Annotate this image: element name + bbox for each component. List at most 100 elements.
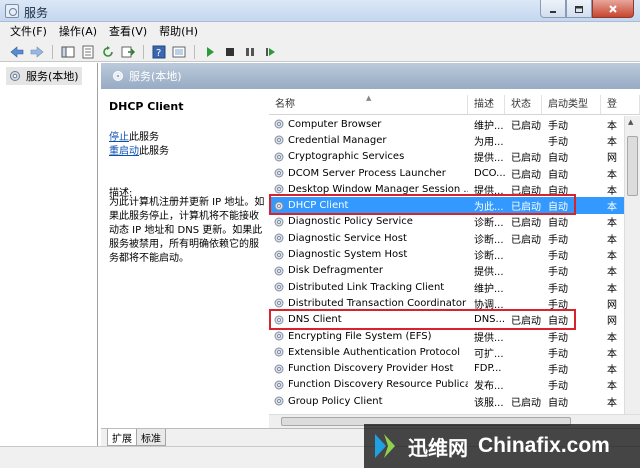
description-text: 为此计算机注册并更新 IP 地址。如果此服务停止，计算机将不能接收动态 IP 地… (109, 197, 265, 264)
help-button[interactable]: ? (150, 43, 168, 61)
column-header-logon[interactable]: 登 (601, 95, 640, 114)
refresh-icon (103, 45, 113, 57)
view-icon (172, 46, 186, 57)
table-row[interactable]: Computer Browser 维护... 已启动 手动 本 (269, 116, 624, 132)
service-name: Distributed Link Tracking Client (288, 281, 445, 293)
restart-icon (266, 47, 275, 56)
toolbar-separator (194, 44, 195, 59)
show-hide-tree-button[interactable] (59, 43, 77, 61)
service-status-cell: 已启动 (511, 120, 541, 132)
pause-icon (246, 47, 254, 56)
service-description-cell: 提供... (474, 185, 504, 197)
back-button[interactable] (8, 43, 26, 61)
service-name: Encrypting File System (EFS) (288, 330, 432, 342)
service-name-cell: Extensible Authentication Protocol (269, 346, 468, 358)
menu-file[interactable]: 文件(F) (4, 22, 53, 42)
export-list-button[interactable] (119, 43, 137, 61)
column-header-startup-type[interactable]: 启动类型 (542, 95, 601, 114)
service-description-cell: 提供... (474, 153, 504, 165)
close-button[interactable] (592, 0, 634, 18)
table-row[interactable]: Desktop Window Manager Session ... 提供... 已… (269, 181, 624, 197)
table-row[interactable]: Extensible Authentication Protocol 可扩... 手… (269, 344, 624, 360)
column-header-status[interactable]: 状态 (505, 95, 542, 114)
console-tree: 服务(本地) (0, 63, 98, 468)
service-name-cell: Desktop Window Manager Session ... (269, 183, 468, 195)
service-name-cell: Group Policy Client (269, 395, 468, 407)
table-row[interactable]: Group Policy Client 该服... 已启动 自动 本 (269, 393, 624, 409)
service-status-cell: 已启动 (511, 397, 541, 409)
tab-standard[interactable]: 标准 (136, 429, 166, 446)
scroll-thumb[interactable] (627, 136, 638, 196)
menu-action[interactable]: 操作(A) (53, 22, 103, 42)
table-row[interactable]: DCOM Server Process Launcher DCO... 已启动 自动 本 (269, 165, 624, 181)
properties-list-button[interactable] (79, 43, 97, 61)
pane-header-title: 服务(本地) (129, 70, 182, 83)
service-name: Disk Defragmenter (288, 265, 384, 277)
service-name: Diagnostic System Host (288, 249, 408, 261)
start-service-button[interactable] (201, 43, 219, 61)
restart-service-button[interactable] (261, 43, 279, 61)
table-row[interactable]: Cryptographic Services 提供... 已启动 自动 网 (269, 149, 624, 165)
forward-arrow-icon (30, 45, 44, 58)
service-logon-cell: 本 (607, 218, 617, 230)
scroll-up-arrow-icon[interactable]: ▲ (628, 118, 633, 126)
service-description-cell: DNS... (474, 314, 505, 326)
watermark: 迅维网 Chinafix.com (364, 424, 640, 468)
service-name-cell: DCOM Server Process Launcher (269, 167, 468, 179)
view-button[interactable] (170, 43, 188, 61)
table-row[interactable]: Diagnostic Service Host 诊断... 已启动 手动 本 (269, 230, 624, 246)
service-startup-cell: 手动 (548, 234, 568, 246)
toolbar-separator (143, 44, 144, 59)
menu-help[interactable]: 帮助(H) (153, 22, 204, 42)
service-startup-cell: 手动 (548, 251, 568, 263)
vertical-scrollbar[interactable]: ▲ ▼ (624, 116, 640, 424)
service-logon-cell: 本 (607, 267, 617, 279)
table-row[interactable]: Disk Defragmenter 提供... 手动 本 (269, 263, 624, 279)
menu-view[interactable]: 查看(V) (103, 22, 153, 42)
stop-service-button[interactable] (221, 43, 239, 61)
service-description-cell: 提供... (474, 267, 504, 279)
restart-link[interactable]: 重启动 (109, 146, 139, 157)
table-row[interactable]: DHCP Client 为此... 已启动 自动 本 (269, 197, 624, 214)
table-row[interactable]: Function Discovery Resource Publicati...… (269, 377, 624, 393)
service-description-cell: 诊断... (474, 251, 504, 263)
service-logon-cell: 网 (607, 316, 617, 328)
service-name-cell: Function Discovery Resource Publicati... (269, 379, 468, 391)
tree-item-services-local[interactable]: 服务(本地) (6, 67, 82, 85)
maximize-button[interactable] (566, 0, 592, 18)
table-row[interactable]: Credential Manager 为用... 手动 本 (269, 132, 624, 148)
table-row[interactable]: Function Discovery Provider Host FDP... 手动… (269, 360, 624, 376)
tab-extended[interactable]: 扩展 (107, 429, 137, 446)
services-list: 名称 描述 状态 启动类型 登 ▲ Computer Browser 维护... 已… (269, 90, 640, 424)
pause-service-button[interactable] (241, 43, 259, 61)
service-status-cell: 已启动 (511, 185, 541, 197)
service-description-cell: 维护... (474, 283, 504, 295)
menu-bar: 文件(F) 操作(A) 查看(V) 帮助(H) (0, 22, 640, 42)
toolbar: ? (0, 42, 640, 62)
service-name-cell: Credential Manager (269, 134, 468, 146)
service-description-cell: 可扩... (474, 348, 504, 360)
service-gear-icon (274, 380, 284, 390)
service-gear-icon (274, 233, 284, 243)
service-description-cell: 为此... (474, 202, 504, 214)
service-gear-icon (274, 364, 284, 374)
service-startup-cell: 自动 (548, 185, 568, 197)
service-startup-cell: 手动 (548, 299, 568, 311)
table-row[interactable]: Encrypting File System (EFS) 提供... 手动 本 (269, 328, 624, 344)
service-logon-cell: 本 (607, 283, 617, 295)
column-header-description[interactable]: 描述 (468, 95, 505, 114)
table-row[interactable]: Diagnostic Policy Service 诊断... 已启动 自动 本 (269, 214, 624, 230)
forward-button[interactable] (28, 43, 46, 61)
service-name-cell: Diagnostic Service Host (269, 232, 468, 244)
table-row[interactable]: Distributed Link Tracking Client 维护... 手动 本 (269, 279, 624, 295)
window-title: 服务 (24, 6, 49, 20)
toolbar-separator (52, 44, 53, 59)
service-logon-cell: 本 (607, 348, 617, 360)
minimize-button[interactable] (540, 0, 566, 18)
service-startup-cell: 手动 (548, 120, 568, 132)
table-row[interactable]: Diagnostic System Host 诊断... 手动 本 (269, 246, 624, 262)
back-arrow-icon (10, 45, 24, 58)
refresh-button[interactable] (99, 43, 117, 61)
table-row[interactable]: Distributed Transaction Coordinator 协调...… (269, 295, 624, 311)
table-row[interactable]: DNS Client DNS... 已启动 自动 网 (269, 312, 624, 328)
